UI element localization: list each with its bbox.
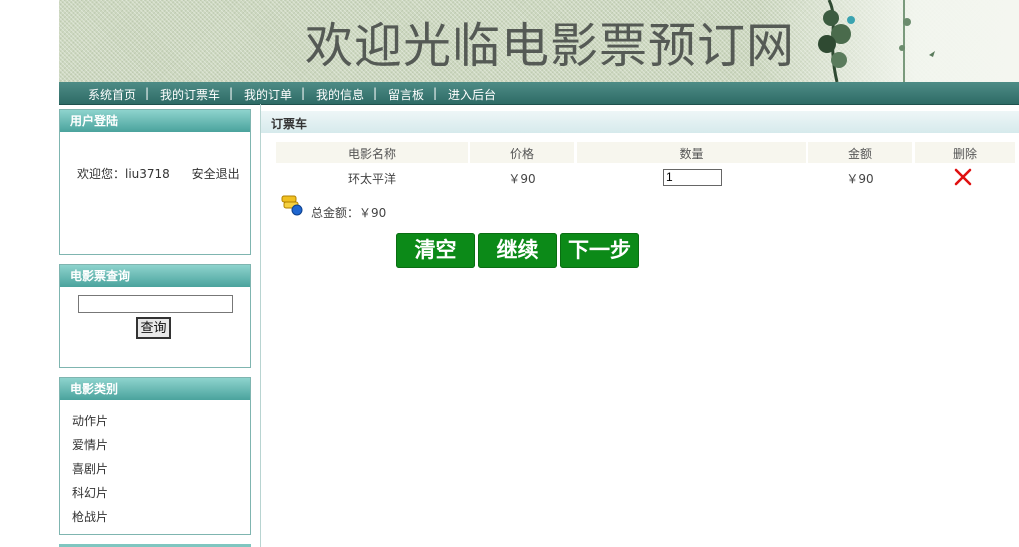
- login-box: 用户登陆 欢迎您：liu3718 安全退出: [59, 109, 251, 255]
- ticket-search-box: 电影票查询 查询: [59, 264, 251, 368]
- column-header-cell: 删除: [915, 142, 1015, 163]
- nav-item-home[interactable]: 系统首页: [88, 86, 136, 103]
- total-amount: 总金额：￥90: [311, 206, 387, 220]
- category-item-romance[interactable]: 爱情片: [72, 436, 108, 453]
- column-header-name: 电影名称: [347, 147, 396, 161]
- cart-row-price: ￥90: [508, 172, 536, 186]
- nav-separator: |: [301, 86, 306, 100]
- nav-separator: |: [229, 86, 234, 100]
- nav-item-message-board[interactable]: 留言板: [388, 86, 424, 103]
- column-header-amount: 金额: [847, 147, 872, 161]
- nav-separator: |: [373, 86, 378, 100]
- welcome-text: 欢迎您：liu3718 安全退出: [77, 165, 240, 182]
- category-item-scifi[interactable]: 科幻片: [72, 484, 108, 501]
- column-header-cell: 数量: [577, 142, 806, 163]
- search-input[interactable]: [78, 295, 233, 313]
- cart-row-amount: ￥90: [846, 172, 874, 186]
- cart-title: 订票车: [271, 117, 308, 131]
- nav-separator: |: [433, 86, 438, 100]
- nav-bar: 系统首页 | 我的订票车 | 我的订单 | 我的信息 | 留言板 | 进入后台: [59, 82, 1019, 105]
- column-header-cell: 电影名称: [276, 142, 468, 163]
- cart-panel-header: 订票车: [261, 111, 1019, 133]
- page: 欢迎光临电影票预订网 系统首页 | 我的订票车 | 我的订单 | 我的信息 | …: [59, 0, 1019, 547]
- plant-decoration-icon: [818, 0, 935, 82]
- nav-item-ticket-cart[interactable]: 我的订票车: [160, 86, 220, 103]
- column-header-cell: 价格: [470, 142, 574, 163]
- header-banner: 欢迎光临电影票预订网: [59, 0, 1019, 82]
- clear-button[interactable]: 清空: [396, 233, 475, 268]
- site-title: 欢迎光临电影票预订网: [305, 18, 796, 74]
- nav-item-admin[interactable]: 进入后台: [448, 86, 496, 103]
- quantity-input[interactable]: [663, 169, 722, 186]
- coins-icon: [281, 195, 303, 216]
- continue-button[interactable]: 继续: [478, 233, 557, 268]
- nav-item-my-orders[interactable]: 我的订单: [244, 86, 292, 103]
- column-header-delete: 删除: [952, 147, 977, 161]
- nav-separator: |: [145, 86, 150, 100]
- category-box-title: 电影类别: [60, 378, 250, 400]
- next-step-button[interactable]: 下一步: [560, 233, 639, 268]
- search-button[interactable]: 查询: [136, 317, 171, 339]
- welcome-user: 欢迎您：liu3718: [77, 167, 170, 181]
- category-box: 电影类别 动作片 爱情片 喜剧片 科幻片 枪战片: [59, 377, 251, 535]
- column-header-price: 价格: [509, 147, 534, 161]
- cart-row-movie-name: 环太平洋: [347, 172, 396, 186]
- logout-link[interactable]: 安全退出: [192, 167, 240, 181]
- category-item-comedy[interactable]: 喜剧片: [72, 460, 108, 477]
- category-item-action[interactable]: 动作片: [72, 412, 108, 429]
- category-item-gunfight[interactable]: 枪战片: [72, 508, 108, 525]
- column-header-quantity: 数量: [679, 147, 704, 161]
- nav-item-my-info[interactable]: 我的信息: [316, 86, 364, 103]
- column-header-cell: 金额: [808, 142, 912, 163]
- login-box-title: 用户登陆: [60, 110, 250, 132]
- search-box-title: 电影票查询: [60, 265, 250, 287]
- red-x-icon[interactable]: [954, 168, 972, 186]
